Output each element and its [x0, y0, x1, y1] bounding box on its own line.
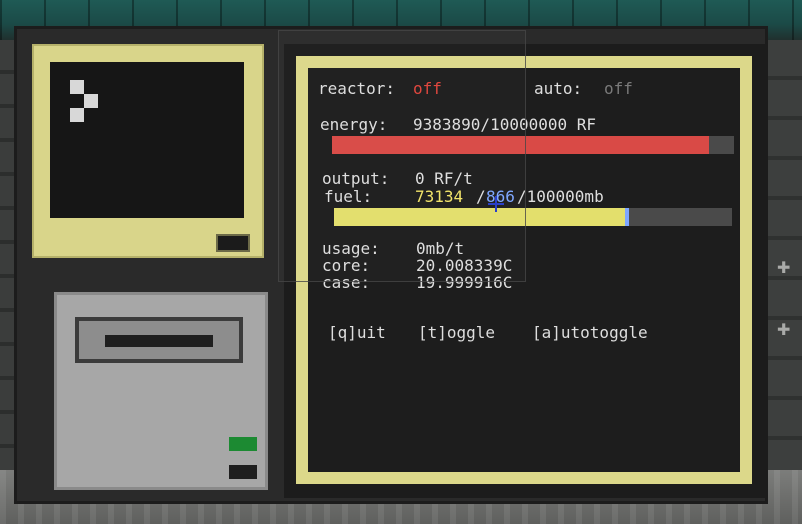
selection-outline: [278, 30, 526, 282]
power-led-icon: [229, 437, 257, 451]
computer-tower: [54, 292, 268, 490]
screen-pixel: [70, 108, 84, 122]
side-monitor: [32, 44, 264, 258]
screen-pixel: [70, 80, 84, 94]
bolt-icon: ✚: [777, 258, 791, 277]
waste-bar-fill: [625, 208, 629, 226]
toggle-action[interactable]: [t]oggle: [418, 324, 495, 341]
bolt-icon: ✚: [777, 320, 791, 339]
fuel-capacity: /100000mb: [517, 187, 604, 206]
auto-label: auto:: [534, 79, 583, 98]
auto-status: off: [604, 79, 633, 98]
quit-action[interactable]: [q]uit: [328, 324, 386, 341]
disk-drive[interactable]: [75, 317, 243, 363]
screen-pixel: [84, 94, 98, 108]
world-background-right: ✚ ✚: [765, 40, 802, 480]
side-monitor-slot: [216, 234, 250, 252]
side-monitor-screen: [50, 62, 244, 218]
disk-drive-slot: [105, 335, 213, 347]
autotoggle-action[interactable]: [a]utotoggle: [532, 324, 648, 341]
activity-led-icon: [229, 465, 257, 479]
